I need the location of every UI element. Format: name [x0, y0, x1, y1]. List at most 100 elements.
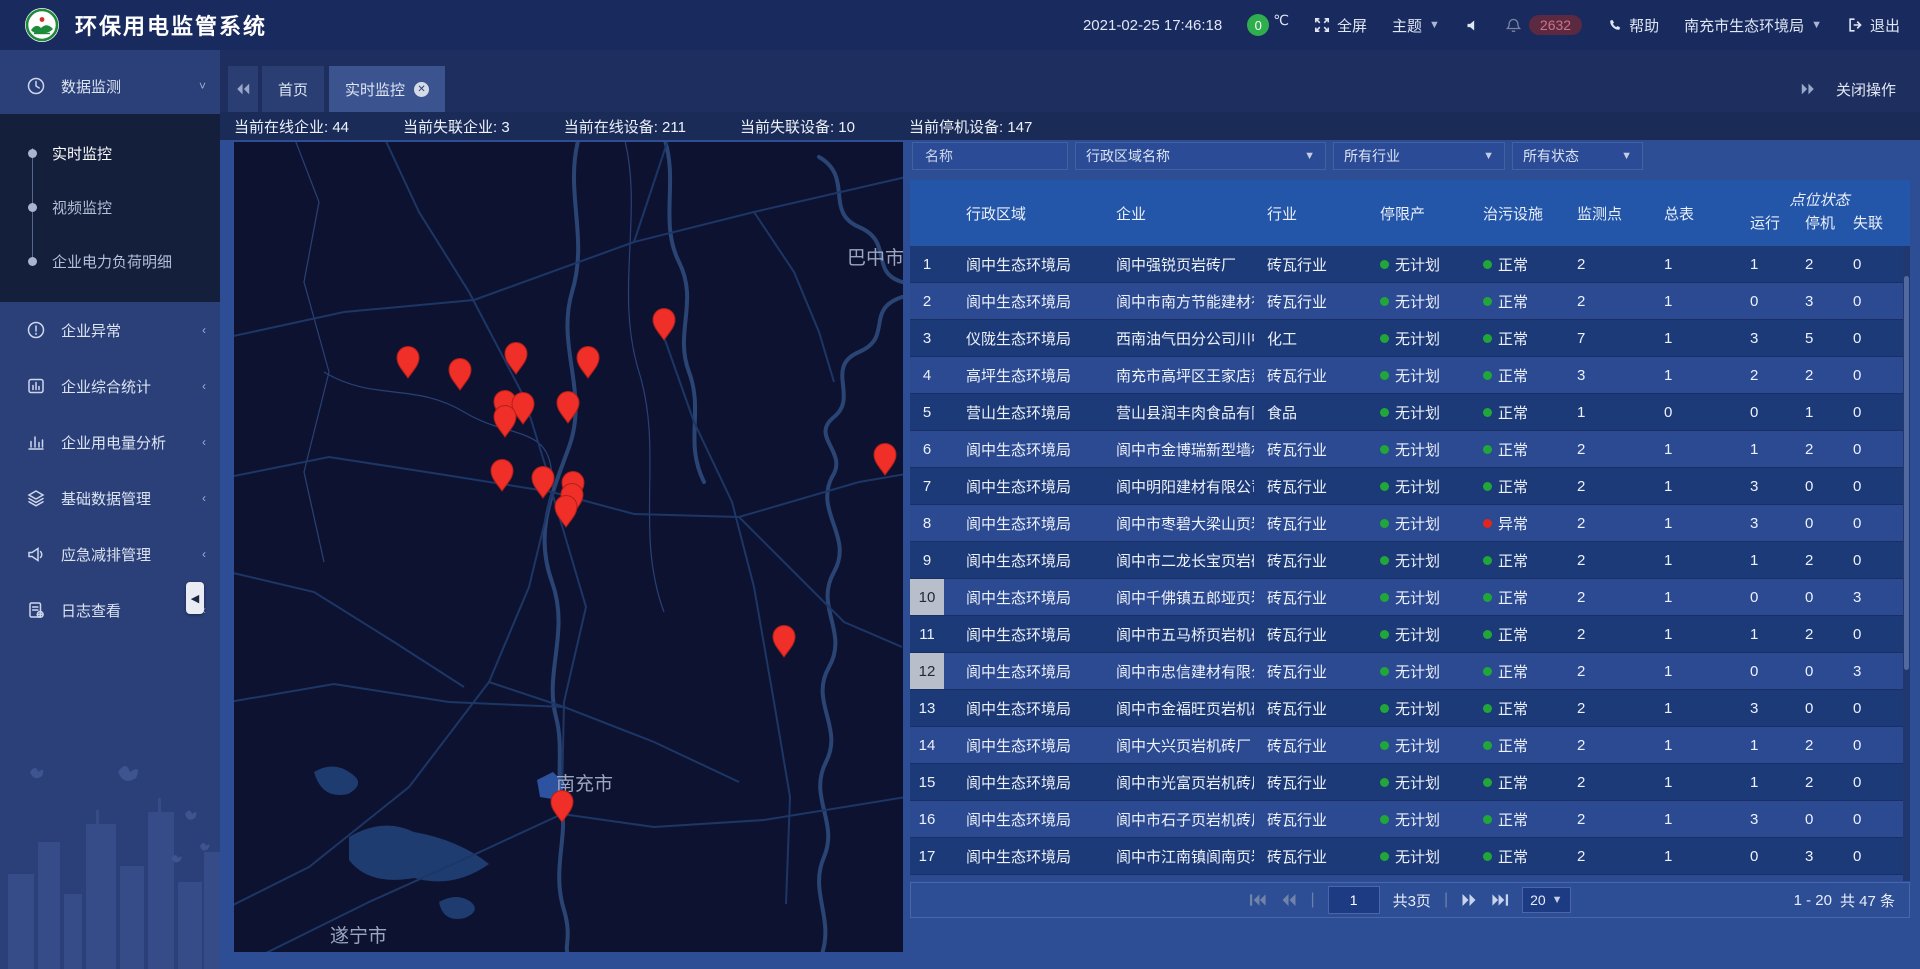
tab-realtime-monitor[interactable]: 实时监控 ✕ [329, 66, 445, 112]
industry-filter-select[interactable]: 所有行业 ▼ [1333, 142, 1505, 170]
table-row-13[interactable]: 13阆中生态环境局阆中市金福旺页岩机砖砖瓦行业无计划正常21300 [910, 690, 1910, 727]
notification-count-badge: 2632 [1529, 15, 1582, 35]
stat-item-0: 当前在线企业: 44 [234, 116, 349, 137]
row-facility-status: 异常 [1459, 505, 1559, 541]
row-run-count: 1 [1729, 246, 1794, 282]
row-industry: 砖瓦行业 [1254, 690, 1344, 726]
row-stop-count: 2 [1794, 357, 1847, 393]
row-region: 南部生态环境局 [944, 875, 1094, 881]
table-row-4[interactable]: 4高坪生态环境局南充市高坪区王家店建砖瓦行业无计划正常31220 [910, 357, 1910, 394]
page-number-input[interactable] [1328, 886, 1380, 914]
row-monitor-count: 2 [1559, 468, 1644, 504]
row-meter-count: 1 [1644, 727, 1729, 763]
page-size-select[interactable]: 20 ▼ [1522, 887, 1570, 913]
tabs-scroll-right-button[interactable] [1800, 82, 1816, 96]
table-row-17[interactable]: 17阆中生态环境局阆中市江南镇阆南页岩砖瓦行业无计划正常21030 [910, 838, 1910, 875]
row-industry: 砖瓦行业 [1254, 431, 1344, 467]
log-icon [26, 600, 46, 620]
row-lost-count: 0 [1847, 542, 1910, 578]
row-monitor-count: 2 [1559, 653, 1644, 689]
scrollbar-thumb[interactable] [1904, 276, 1909, 670]
row-company: 阆中市枣碧大梁山页岩 [1094, 505, 1254, 541]
table-row-11[interactable]: 11阆中生态环境局阆中市五马桥页岩机砖砖瓦行业无计划正常21120 [910, 616, 1910, 653]
name-filter-input[interactable] [923, 147, 1057, 165]
table-scrollbar[interactable] [1903, 246, 1910, 881]
prev-page-icon [1280, 893, 1297, 907]
fullscreen-button[interactable]: 全屏 [1314, 15, 1367, 36]
sidebar-group-2[interactable]: 企业综合统计‹ [0, 358, 220, 414]
sidebar-item-0-2[interactable]: 企业电力负荷明细 [0, 234, 220, 288]
col-run: 运行 [1729, 212, 1794, 246]
table-row-1[interactable]: 1阆中生态环境局阆中强锐页岩砖厂砖瓦行业无计划正常21120 [910, 246, 1910, 283]
org-menu[interactable]: 南充市生态环境局 ▼ [1684, 15, 1822, 36]
row-facility-status: 正常 [1459, 542, 1559, 578]
table-row-12[interactable]: 12阆中生态环境局阆中市忠信建材有限公砖瓦行业无计划正常21003 [910, 653, 1910, 690]
region-filter-select[interactable]: 行政区域名称 ▼ [1075, 142, 1326, 170]
row-limit-status: 无计划 [1344, 690, 1459, 726]
table-row-2[interactable]: 2阆中生态环境局阆中市南方节能建材有砖瓦行业无计划正常21030 [910, 283, 1910, 320]
status-dot-icon [1380, 815, 1389, 824]
row-meter-count: 1 [1644, 246, 1729, 282]
row-company: 阆中市江南镇阆南页岩 [1094, 838, 1254, 874]
sidebar-collapse-handle[interactable]: ◀ [186, 582, 204, 614]
table-row-16[interactable]: 16阆中生态环境局阆中市石子页岩机砖厂砖瓦行业无计划正常21300 [910, 801, 1910, 838]
sidebar-item-label: 企业电力负荷明细 [52, 251, 172, 272]
first-page-button[interactable] [1249, 893, 1267, 907]
name-filter[interactable] [912, 142, 1068, 170]
row-limit-status: 无计划 [1344, 542, 1459, 578]
table-row-10[interactable]: 10阆中生态环境局阆中千佛镇五郎垭页岩砖瓦行业无计划正常21003 [910, 579, 1910, 616]
col-monitor: 监测点 [1559, 180, 1644, 246]
row-index: 12 [910, 653, 944, 689]
tab-home[interactable]: 首页 [262, 66, 324, 112]
row-facility-status: 正常 [1459, 875, 1559, 881]
row-industry: 砖瓦行业 [1254, 616, 1344, 652]
table-row-15[interactable]: 15阆中生态环境局阆中市光富页岩机砖厂砖瓦行业无计划正常21120 [910, 764, 1910, 801]
table-row-9[interactable]: 9阆中生态环境局阆中市二龙长宝页岩砖砖瓦行业无计划正常21120 [910, 542, 1910, 579]
double-chevron-left-icon [235, 82, 251, 96]
row-limit-status: 无计划 [1344, 468, 1459, 504]
sidebar-group-5[interactable]: 应急减排管理‹ [0, 526, 220, 582]
prev-page-button[interactable] [1280, 893, 1297, 907]
row-stop-count: 2 [1794, 764, 1847, 800]
table-row-14[interactable]: 14阆中生态环境局阆中大兴页岩机砖厂砖瓦行业无计划正常21120 [910, 727, 1910, 764]
layers-icon [26, 488, 46, 508]
close-operations-button[interactable]: 关闭操作 [1836, 79, 1896, 100]
chevron-left-icon: ‹ [202, 323, 206, 337]
row-company: 营山县润丰肉食品有限 [1094, 394, 1254, 430]
tab-close-icon[interactable]: ✕ [414, 82, 429, 97]
next-page-button[interactable] [1461, 893, 1478, 907]
table-row-3[interactable]: 3仪陇生态环境局西南油气田分公司川中化工无计划正常71350 [910, 320, 1910, 357]
table-row-7[interactable]: 7阆中生态环境局阆中明阳建材有限公司砖瓦行业无计划正常21300 [910, 468, 1910, 505]
sidebar-group-4[interactable]: 基础数据管理‹ [0, 470, 220, 526]
help-button[interactable]: 帮助 [1607, 15, 1659, 36]
table-row-6[interactable]: 6阆中生态环境局阆中市金博瑞新型墙材砖瓦行业无计划正常21120 [910, 431, 1910, 468]
sidebar-group-1[interactable]: 企业异常‹ [0, 302, 220, 358]
table-row-5[interactable]: 5营山生态环境局营山县润丰肉食品有限食品无计划正常10010 [910, 394, 1910, 431]
row-lost-count: 0 [1847, 505, 1910, 541]
table-row-18[interactable]: 18南部生态环境局南部县砚华小河有限公建材加工无计划正常60060 [910, 875, 1910, 881]
sidebar-item-0-1[interactable]: 视频监控 [0, 180, 220, 234]
filter-row: 行政区域名称 ▼ 所有行业 ▼ 所有状态 ▼ [912, 142, 1643, 170]
notifications[interactable]: 2632 [1505, 15, 1582, 35]
sidebar-group-0[interactable]: 数据监测˅ [0, 58, 220, 114]
sidebar-group-3[interactable]: 企业用电量分析‹ [0, 414, 220, 470]
status-dot-icon [1380, 371, 1389, 380]
row-monitor-count: 6 [1559, 875, 1644, 881]
map-panel[interactable]: 巴中市南充市遂宁市 [234, 142, 903, 952]
sound-toggle[interactable] [1465, 18, 1480, 33]
status-filter-select[interactable]: 所有状态 ▼ [1512, 142, 1643, 170]
sidebar-group-label: 应急减排管理 [61, 544, 202, 565]
row-meter-count: 1 [1644, 801, 1729, 837]
row-meter-count: 1 [1644, 764, 1729, 800]
row-index: 11 [910, 616, 944, 652]
logout-button[interactable]: 退出 [1847, 15, 1900, 36]
row-company: 阆中市石子页岩机砖厂 [1094, 801, 1254, 837]
last-page-button[interactable] [1491, 893, 1509, 907]
col-index [910, 180, 944, 246]
sidebar-item-0-0[interactable]: 实时监控 [0, 126, 220, 180]
row-stop-count: 2 [1794, 542, 1847, 578]
table-row-8[interactable]: 8阆中生态环境局阆中市枣碧大梁山页岩砖瓦行业无计划异常21300 [910, 505, 1910, 542]
tabs-scroll-left-button[interactable] [228, 66, 258, 112]
theme-menu[interactable]: 主题 ▼ [1392, 15, 1440, 36]
chevron-down-icon: ▼ [1811, 19, 1822, 31]
